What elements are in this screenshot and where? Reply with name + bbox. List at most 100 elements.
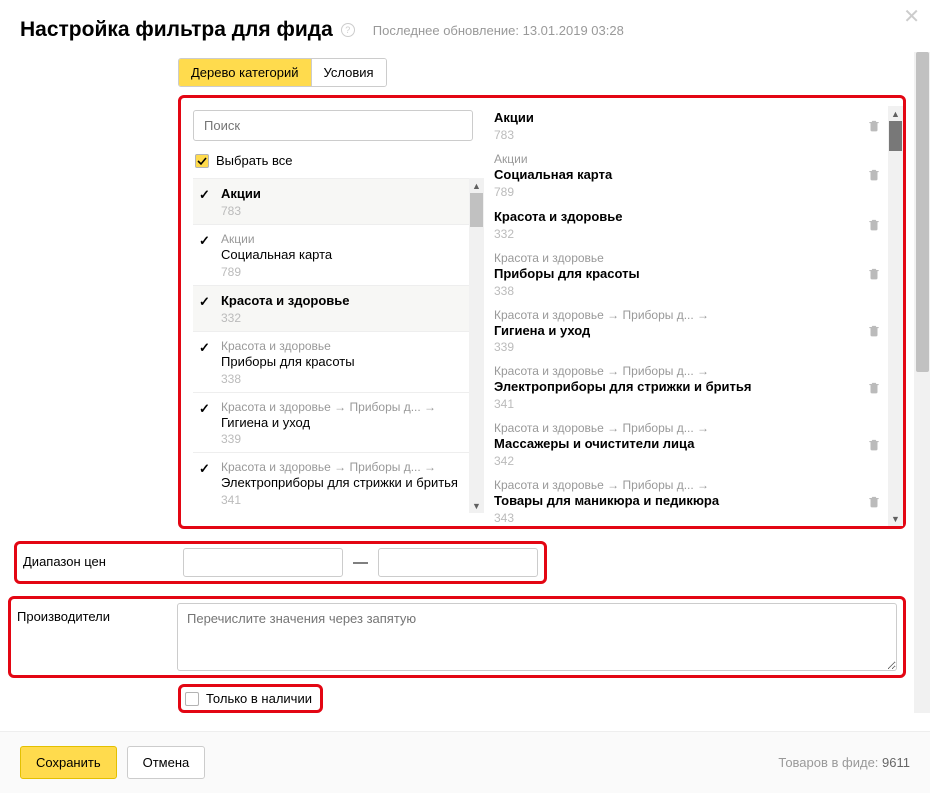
page-title: Настройка фильтра для фида <box>20 18 333 42</box>
tree-item-breadcrumb: Акции <box>221 232 461 246</box>
selected-item-count: 339 <box>494 340 885 354</box>
tree-item-name: Красота и здоровье <box>221 293 473 310</box>
tree-item[interactable]: ✓ АкцииСоциальная карта789 <box>193 224 473 285</box>
tree-item[interactable]: ✓Акции783 <box>193 178 473 224</box>
selected-item-count: 341 <box>494 397 885 411</box>
selected-item-count: 783 <box>494 128 885 142</box>
selected-item-name: Массажеры и очистители лица <box>494 436 885 453</box>
selected-item-name: Товары для маникюра и педикюра <box>494 493 885 510</box>
price-from-input[interactable] <box>183 548 343 577</box>
search-input[interactable] <box>193 110 473 141</box>
scroll-up-icon[interactable]: ▲ <box>469 178 484 193</box>
feed-count-label: Товаров в фиде: <box>778 755 882 770</box>
select-all-checkbox[interactable]: Выбрать все <box>195 153 484 168</box>
selected-item: Красота и здоровье → Приборы д... →Гигие… <box>494 304 885 361</box>
selected-item-count: 342 <box>494 454 885 468</box>
check-icon: ✓ <box>199 402 210 415</box>
tree-item-name: Социальная карта <box>221 247 473 264</box>
tab-category-tree[interactable]: Дерево категорий <box>179 59 311 86</box>
tree-item[interactable]: ✓ Красота и здоровьеПриборы для красоты33… <box>193 331 473 392</box>
selected-scrollbar[interactable]: ▲▼ <box>888 106 903 526</box>
selected-item: Красота и здоровье332 <box>494 205 885 247</box>
tree-item-breadcrumb: Красота и здоровье <box>221 339 461 353</box>
selected-item-breadcrumb: Красота и здоровье → Приборы д... → <box>494 364 774 378</box>
check-icon: ✓ <box>199 234 210 247</box>
price-dash: — <box>353 554 368 571</box>
trash-icon[interactable] <box>867 217 881 234</box>
scroll-up-icon[interactable]: ▲ <box>888 106 903 121</box>
select-all-label: Выбрать все <box>216 153 292 168</box>
in-stock-checkbox[interactable] <box>185 692 199 706</box>
in-stock-row: Только в наличии <box>178 684 323 713</box>
selected-item: Красота и здоровье → Приборы д... →Масса… <box>494 417 885 474</box>
tree-item-count: 338 <box>221 372 473 386</box>
category-picker: Выбрать все ✓Акции783✓АкцииСоциальная ка… <box>178 95 906 529</box>
last-updated: Последнее обновление: 13.01.2019 03:28 <box>373 23 624 38</box>
selected-item: Акции783 <box>494 106 885 148</box>
selected-item: Красота и здоровье → Приборы д... →Товар… <box>494 474 885 526</box>
cancel-button[interactable]: Отмена <box>127 746 206 779</box>
trash-icon[interactable] <box>867 494 881 511</box>
check-icon: ✓ <box>199 188 210 201</box>
selected-item-count: 338 <box>494 284 885 298</box>
selected-item-count: 332 <box>494 227 885 241</box>
tree-item[interactable]: ✓ Красота и здоровье → Приборы д... →Гиги… <box>193 392 473 453</box>
selected-item-breadcrumb: Красота и здоровье → Приборы д... → <box>494 478 774 492</box>
scrollbar-thumb[interactable] <box>470 193 483 227</box>
tree-item[interactable]: ✓ Красота и здоровье332 <box>193 285 473 331</box>
selected-item: АкцииСоциальная карта789 <box>494 148 885 205</box>
save-button[interactable]: Сохранить <box>20 746 117 779</box>
check-icon: ✓ <box>199 341 210 354</box>
trash-icon[interactable] <box>867 267 881 284</box>
selected-item-name: Красота и здоровье <box>494 209 885 226</box>
trash-icon[interactable] <box>867 437 881 454</box>
scrollbar-thumb[interactable] <box>916 52 929 372</box>
tree-item-count: 341 <box>221 493 473 507</box>
close-icon[interactable]: ✕ <box>903 4 920 29</box>
checkbox-checked-icon <box>195 154 209 168</box>
manufacturers-label: Производители <box>17 603 177 624</box>
selected-item-name: Электроприборы для стрижки и бритья <box>494 379 885 396</box>
tree-item-breadcrumb: Красота и здоровье → Приборы д... → <box>221 400 461 414</box>
trash-icon[interactable] <box>867 118 881 135</box>
price-to-input[interactable] <box>378 548 538 577</box>
tree-item-name: Электроприборы для стрижки и бритья <box>221 475 473 492</box>
price-range-row: Диапазон цен — <box>14 541 547 584</box>
feed-count-value: 9611 <box>882 755 910 770</box>
manufacturers-row: Производители <box>8 596 906 678</box>
help-icon[interactable]: ? <box>341 23 355 37</box>
selected-item-name: Гигиена и уход <box>494 323 885 340</box>
tree-item-count: 332 <box>221 311 473 325</box>
category-tree: ✓Акции783✓АкцииСоциальная карта789✓Красо… <box>193 178 484 513</box>
selected-item-count: 789 <box>494 185 885 199</box>
scroll-down-icon[interactable]: ▼ <box>888 511 903 526</box>
trash-icon[interactable] <box>867 380 881 397</box>
selected-item-breadcrumb: Красота и здоровье → Приборы д... → <box>494 421 774 435</box>
page-scrollbar[interactable] <box>914 52 930 713</box>
tree-item-name: Приборы для красоты <box>221 354 473 371</box>
tab-conditions[interactable]: Условия <box>311 59 386 86</box>
selected-list: Акции783АкцииСоциальная карта789Красота … <box>494 106 903 526</box>
selected-item: Красота и здоровье → Приборы д... →Элект… <box>494 360 885 417</box>
scrollbar-thumb[interactable] <box>889 121 902 151</box>
tabs: Дерево категорий Условия <box>178 58 387 87</box>
manufacturers-input[interactable] <box>177 603 897 671</box>
selected-item-name: Приборы для красоты <box>494 266 885 283</box>
in-stock-label: Только в наличии <box>206 691 312 706</box>
trash-icon[interactable] <box>867 324 881 341</box>
check-icon: ✓ <box>199 295 210 308</box>
tree-item-name: Акции <box>221 186 473 203</box>
scroll-down-icon[interactable]: ▼ <box>469 498 484 513</box>
tree-scrollbar[interactable]: ▲▼ <box>469 178 484 513</box>
tree-item-count: 339 <box>221 432 473 446</box>
tree-item-count: 789 <box>221 265 473 279</box>
tree-item-breadcrumb: Красота и здоровье → Приборы д... → <box>221 460 461 474</box>
selected-item-breadcrumb: Красота и здоровье → Приборы д... → <box>494 308 774 322</box>
check-icon: ✓ <box>199 462 210 475</box>
trash-icon[interactable] <box>867 168 881 185</box>
selected-item-breadcrumb: Акции <box>494 152 774 166</box>
tree-item[interactable]: ✓ Красота и здоровье → Приборы д... →Элек… <box>193 452 473 513</box>
tree-item-name: Гигиена и уход <box>221 415 473 432</box>
selected-item-breadcrumb: Красота и здоровье <box>494 251 774 265</box>
selected-item-name: Акции <box>494 110 885 127</box>
